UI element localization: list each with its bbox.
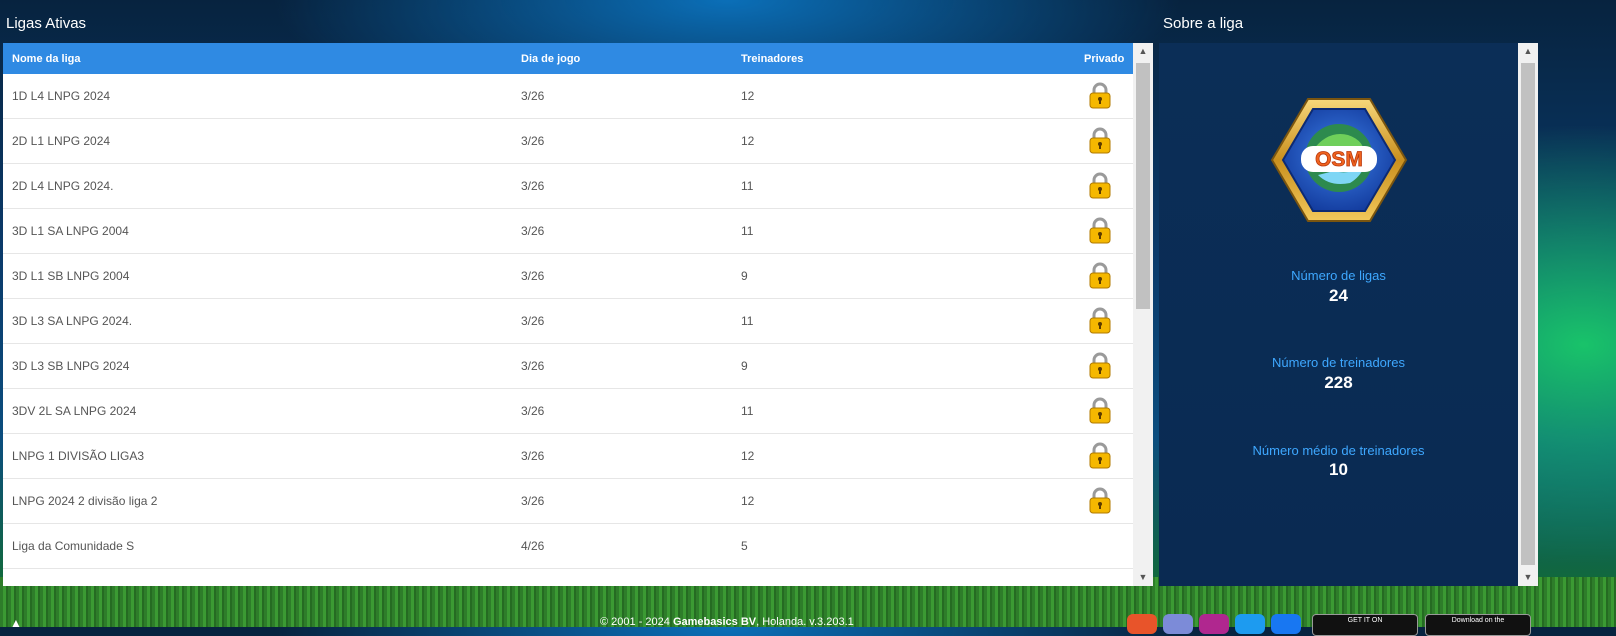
app-store-text: Download on the bbox=[1451, 617, 1505, 624]
table-row[interactable]: LNPG 2024 2 divisão liga 2 3/26 12 bbox=[3, 479, 1133, 524]
league-name: 3D L3 SB LNPG 2024 bbox=[12, 359, 130, 373]
league-coaches: 11 bbox=[741, 314, 754, 328]
league-coaches: 9 bbox=[741, 359, 748, 373]
league-day: 3/26 bbox=[521, 269, 545, 283]
google-play-badge[interactable]: GET IT ON bbox=[1312, 614, 1418, 636]
back-to-top-icon[interactable]: ▲ bbox=[10, 616, 22, 630]
scroll-thumb[interactable] bbox=[1136, 63, 1150, 309]
league-name: LNPG 2024 2 divisão liga 2 bbox=[12, 494, 158, 508]
league-name: Liga da Comunidade S bbox=[12, 539, 135, 553]
league-coaches: 12 bbox=[741, 494, 755, 508]
lock-icon bbox=[1088, 352, 1112, 379]
league-coaches: 9 bbox=[741, 269, 748, 283]
league-day: 4/26 bbox=[521, 539, 545, 553]
league-day: 3/26 bbox=[521, 494, 545, 508]
social-icon-1[interactable] bbox=[1127, 614, 1157, 634]
lock-icon bbox=[1088, 172, 1112, 199]
discord-icon[interactable] bbox=[1163, 614, 1193, 634]
stat-label-leagues: Número de ligas bbox=[1291, 268, 1386, 283]
about-panel-title: Sobre a liga bbox=[1163, 15, 1244, 32]
about-panel: OSM Número de ligas 24 Número de treinad… bbox=[1159, 43, 1538, 586]
stat-label-average: Número médio de treinadores bbox=[1252, 443, 1425, 458]
table-row[interactable]: 2D L1 LNPG 2024 3/26 12 bbox=[3, 119, 1133, 164]
league-day: 3/26 bbox=[521, 224, 545, 238]
osm-logo: OSM bbox=[1270, 98, 1408, 222]
facebook-icon[interactable] bbox=[1271, 614, 1301, 634]
table-row[interactable]: 3D L1 SB LNPG 2004 3/26 9 bbox=[3, 254, 1133, 299]
table-row[interactable]: 3DV 2L SA LNPG 2024 3/26 11 bbox=[3, 389, 1133, 434]
league-day: 3/26 bbox=[521, 359, 545, 373]
twitter-icon[interactable] bbox=[1235, 614, 1265, 634]
stat-label-coaches: Número de treinadores bbox=[1272, 355, 1405, 370]
column-day[interactable]: Dia de jogo bbox=[521, 53, 580, 65]
column-private[interactable]: Privado bbox=[1084, 53, 1124, 65]
league-coaches: 11 bbox=[741, 404, 754, 418]
league-name: 3D L1 SB LNPG 2004 bbox=[12, 269, 130, 283]
league-day: 3/26 bbox=[521, 134, 545, 148]
table-row[interactable]: LNPG 1 DIVISÃO LIGA3 3/26 12 bbox=[3, 434, 1133, 479]
lock-icon bbox=[1088, 442, 1112, 469]
table-scrollbar[interactable]: ▲ ▼ bbox=[1133, 43, 1153, 586]
lock-icon bbox=[1088, 82, 1112, 109]
logo-text: OSM bbox=[1315, 148, 1363, 171]
lock-icon bbox=[1088, 397, 1112, 424]
table-row[interactable]: 3D L1 SA LNPG 2004 3/26 11 bbox=[3, 209, 1133, 254]
stat-value-coaches: 228 bbox=[1324, 373, 1353, 392]
about-scroll-down-icon[interactable]: ▼ bbox=[1518, 569, 1538, 586]
copyright-text: © 2001 - 2024 bbox=[600, 616, 670, 628]
league-coaches: 12 bbox=[741, 89, 755, 103]
lock-icon bbox=[1088, 217, 1112, 244]
league-day: 3/26 bbox=[521, 404, 545, 418]
league-name: 3D L3 SA LNPG 2024. bbox=[12, 314, 133, 328]
league-name: 2D L1 LNPG 2024 bbox=[12, 134, 111, 148]
league-name: LNPG 1 DIVISÃO LIGA3 bbox=[12, 449, 145, 463]
table-row[interactable]: 3D L3 SA LNPG 2024. 3/26 11 bbox=[3, 299, 1133, 344]
table-header: Nome da liga Dia de jogo Treinadores Pri… bbox=[3, 43, 1133, 74]
leagues-table: Nome da liga Dia de jogo Treinadores Pri… bbox=[3, 43, 1153, 586]
company-link[interactable]: Gamebasics BV bbox=[673, 616, 756, 628]
google-play-text: GET IT ON bbox=[1347, 617, 1383, 624]
stat-value-leagues: 24 bbox=[1329, 286, 1348, 305]
league-day: 3/26 bbox=[521, 449, 545, 463]
lock-icon bbox=[1088, 487, 1112, 514]
about-scroll-up-icon[interactable]: ▲ bbox=[1518, 43, 1538, 60]
instagram-icon[interactable] bbox=[1199, 614, 1229, 634]
table-row[interactable]: 2D L4 LNPG 2024. 3/26 11 bbox=[3, 164, 1133, 209]
scroll-down-icon[interactable]: ▼ bbox=[1133, 569, 1153, 586]
footer-version: , Holanda. v.3.203.1 bbox=[756, 616, 854, 628]
app-store-badge[interactable]: Download on the bbox=[1425, 614, 1531, 636]
league-coaches: 11 bbox=[741, 179, 754, 193]
column-coaches[interactable]: Treinadores bbox=[741, 53, 803, 65]
leagues-panel-title: Ligas Ativas bbox=[6, 15, 87, 32]
league-day: 3/26 bbox=[521, 314, 545, 328]
column-name[interactable]: Nome da liga bbox=[12, 53, 80, 65]
league-name: 2D L4 LNPG 2024. bbox=[12, 179, 114, 193]
table-row[interactable]: Liga da Comunidade S 4/26 5 bbox=[3, 524, 1133, 569]
league-coaches: 12 bbox=[741, 449, 755, 463]
lock-icon bbox=[1088, 127, 1112, 154]
league-coaches: 12 bbox=[741, 134, 755, 148]
lock-icon bbox=[1088, 262, 1112, 289]
table-body: 1D L4 LNPG 2024 3/26 12 2D L1 LNPG 2024 3/26… bbox=[3, 74, 1133, 569]
league-day: 3/26 bbox=[521, 89, 545, 103]
stat-value-average: 10 bbox=[1329, 460, 1348, 479]
about-scrollbar[interactable]: ▲ ▼ bbox=[1518, 43, 1538, 586]
scroll-up-icon[interactable]: ▲ bbox=[1133, 43, 1153, 60]
league-name: 3D L1 SA LNPG 2004 bbox=[12, 224, 129, 238]
league-day: 3/26 bbox=[521, 179, 545, 193]
lock-icon bbox=[1088, 307, 1112, 334]
table-row[interactable]: 3D L3 SB LNPG 2024 3/26 9 bbox=[3, 344, 1133, 389]
league-name: 3DV 2L SA LNPG 2024 bbox=[12, 404, 137, 418]
league-coaches: 11 bbox=[741, 224, 754, 238]
league-coaches: 5 bbox=[741, 539, 748, 553]
table-row[interactable]: 1D L4 LNPG 2024 3/26 12 bbox=[3, 74, 1133, 119]
league-name: 1D L4 LNPG 2024 bbox=[12, 89, 111, 103]
footer-copyright: © 2001 - 2024 Gamebasics BV, Holanda. v.… bbox=[600, 616, 1000, 628]
about-scroll-thumb[interactable] bbox=[1521, 63, 1535, 565]
